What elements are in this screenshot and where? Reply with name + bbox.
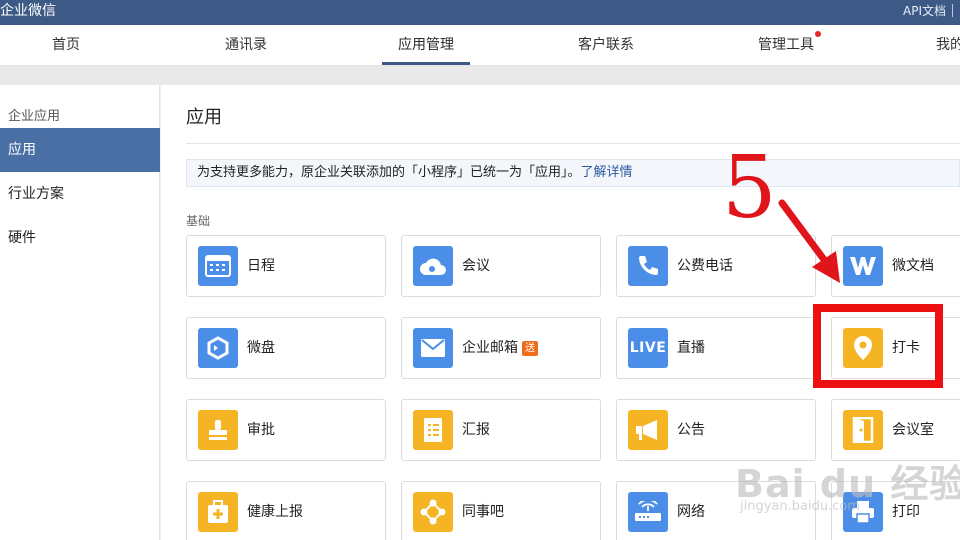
stamp-icon xyxy=(198,410,238,450)
report-icon xyxy=(413,410,453,450)
red-arrow-annotation xyxy=(778,199,840,283)
api-doc-link[interactable]: API文档 xyxy=(903,2,946,20)
app-label: 公费电话 xyxy=(677,258,733,274)
app-card-schedule[interactable]: 日程 xyxy=(186,235,386,297)
cloud-meeting-icon xyxy=(413,246,453,286)
sidebar-heading: 企业应用 xyxy=(8,109,61,124)
main-nav: 首页 通讯录 应用管理 客户联系 管理工具 我的 xyxy=(0,25,960,66)
app-card-meeting[interactable]: 会议 xyxy=(401,235,601,297)
top-bar: 企业微信 API文档 xyxy=(0,0,960,25)
notice-banner: 为支持更多能力，原企业关联添加的「小程序」已统一为「应用」。了解详情 xyxy=(186,159,960,187)
app-label: 健康上报 xyxy=(247,504,303,520)
app-label: 打印 xyxy=(892,504,920,520)
app-label: 日程 xyxy=(247,258,275,274)
door-icon xyxy=(843,410,883,450)
app-card-enterprise-mail[interactable]: 企业邮箱送 xyxy=(401,317,601,379)
topbar-separator xyxy=(952,4,953,17)
app-label-text: 企业邮箱 xyxy=(462,340,518,356)
header-gap xyxy=(0,66,960,85)
brand-title: 企业微信 xyxy=(0,3,56,19)
disk-icon xyxy=(198,328,238,368)
app-label: 网络 xyxy=(677,504,705,520)
notice-text: 为支持更多能力，原企业关联添加的「小程序」已统一为「应用」。 xyxy=(197,165,581,180)
app-label: 微文档 xyxy=(892,258,934,274)
nav-mine[interactable]: 我的 xyxy=(936,25,960,66)
app-card-weidoc[interactable]: 微文档 xyxy=(831,235,960,297)
app-card-approval[interactable]: 审批 xyxy=(186,399,386,461)
app-label: 汇报 xyxy=(462,422,490,438)
nav-contacts[interactable]: 通讯录 xyxy=(225,25,267,66)
app-card-report[interactable]: 汇报 xyxy=(401,399,601,461)
router-icon xyxy=(628,492,668,532)
app-label: 直播 xyxy=(677,340,705,356)
app-card-print[interactable]: 打印 xyxy=(831,481,960,540)
printer-icon xyxy=(843,492,883,532)
app-label: 公告 xyxy=(677,422,705,438)
app-card-live[interactable]: LIVE 直播 xyxy=(616,317,816,379)
live-icon: LIVE xyxy=(628,328,668,368)
health-kit-icon xyxy=(198,492,238,532)
section-label-basic: 基础 xyxy=(186,214,211,228)
notice-learn-more-link[interactable]: 了解详情 xyxy=(581,165,633,180)
calendar-icon xyxy=(198,246,238,286)
sidebar-item-hardware[interactable]: 硬件 xyxy=(0,216,160,260)
app-label: 同事吧 xyxy=(462,504,504,520)
app-window: 企业微信 API文档 首页 通讯录 应用管理 客户联系 管理工具 我的 企业应用… xyxy=(0,0,960,540)
live-icon-text: LIVE xyxy=(629,340,667,356)
network-icon xyxy=(413,492,453,532)
app-label: 企业邮箱送 xyxy=(462,318,538,378)
app-card-health-report[interactable]: 健康上报 xyxy=(186,481,386,540)
title-divider xyxy=(186,143,960,144)
sidebar-item-industry[interactable]: 行业方案 xyxy=(0,172,160,216)
app-card-announcement[interactable]: 公告 xyxy=(616,399,816,461)
sidebar: 企业应用 应用 行业方案 硬件 xyxy=(0,85,160,540)
notification-dot xyxy=(815,31,821,37)
mail-icon xyxy=(413,328,453,368)
page-title: 应用 xyxy=(186,107,222,128)
nav-home[interactable]: 首页 xyxy=(52,25,80,66)
app-label: 审批 xyxy=(247,422,275,438)
app-label: 会议室 xyxy=(892,422,934,438)
nav-app-management[interactable]: 应用管理 xyxy=(398,25,454,66)
nav-active-underline xyxy=(382,62,470,65)
app-label: 微盘 xyxy=(247,340,275,356)
app-card-meeting-room[interactable]: 会议室 xyxy=(831,399,960,461)
app-label: 会议 xyxy=(462,258,490,274)
nav-management-tools[interactable]: 管理工具 xyxy=(758,25,814,66)
phone-icon xyxy=(628,246,668,286)
app-card-weipan[interactable]: 微盘 xyxy=(186,317,386,379)
gift-badge: 送 xyxy=(522,341,538,356)
megaphone-icon xyxy=(628,410,668,450)
highlight-box-annotation xyxy=(813,304,943,388)
sidebar-item-apps[interactable]: 应用 xyxy=(0,128,160,172)
app-card-network[interactable]: 网络 xyxy=(616,481,816,540)
nav-customer-contact[interactable]: 客户联系 xyxy=(578,25,634,66)
app-card-colleague-bar[interactable]: 同事吧 xyxy=(401,481,601,540)
